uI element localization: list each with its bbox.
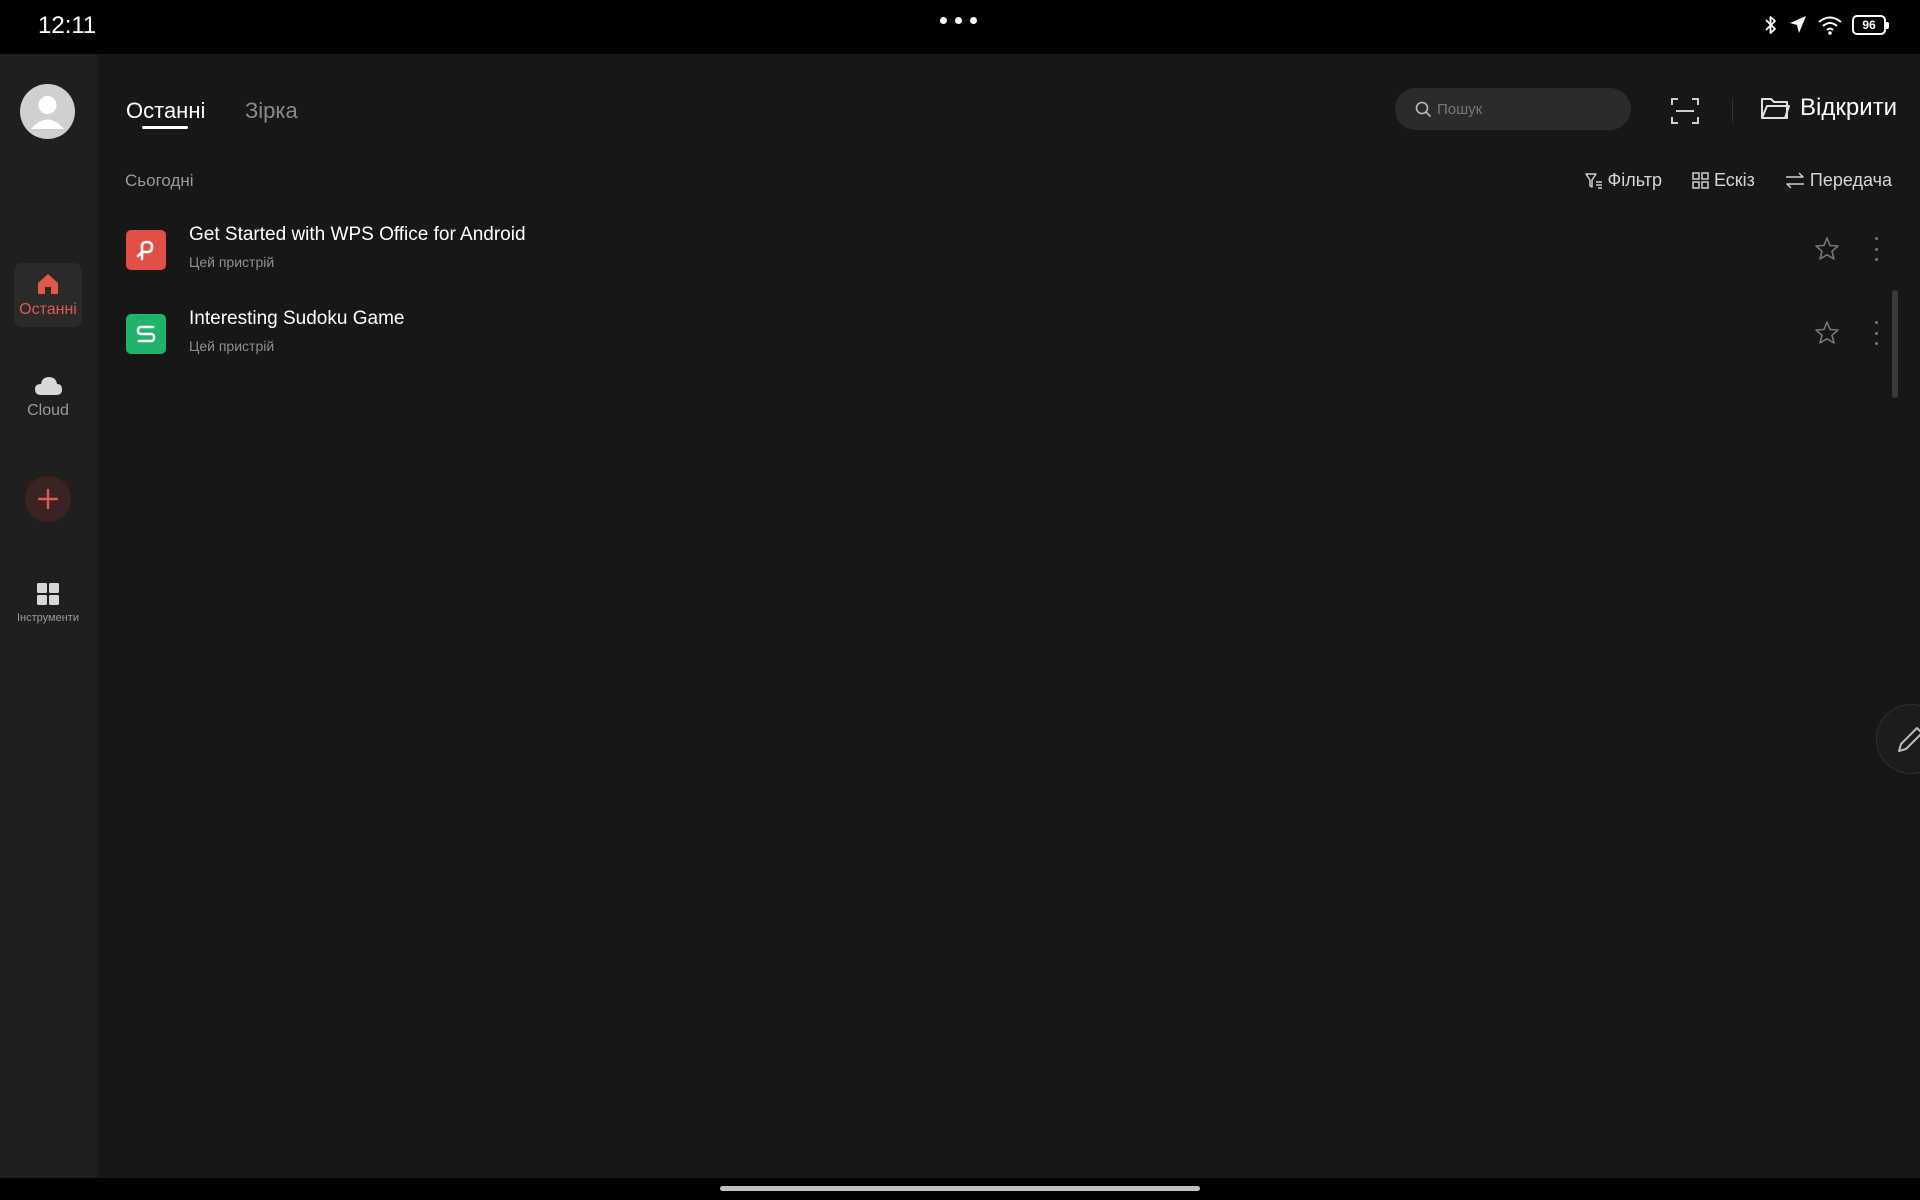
- status-icons: 96: [1763, 14, 1889, 36]
- scrollbar[interactable]: [1892, 290, 1898, 398]
- star-button[interactable]: [1813, 319, 1841, 347]
- star-icon: [1815, 321, 1839, 344]
- sidebar-item-cloud[interactable]: Cloud: [14, 366, 82, 430]
- plus-icon: [37, 488, 59, 510]
- sidebar: Останні Cloud Інструменти: [0, 54, 98, 1178]
- file-location: Цей пристрій: [189, 254, 275, 270]
- more-dot: [1874, 321, 1878, 324]
- presentation-file-icon: [126, 230, 166, 270]
- tab-starred[interactable]: Зірка: [245, 98, 298, 124]
- battery-icon: 96: [1852, 15, 1889, 35]
- sidebar-item-label: Cloud: [27, 402, 69, 419]
- thumbnail-grid-icon: [1692, 172, 1709, 189]
- more-dot: [1874, 342, 1878, 345]
- status-bar: 12:11 96: [0, 0, 1920, 54]
- list-actions: Фільтр Ескіз Передача: [1584, 170, 1892, 191]
- more-dot: [1874, 247, 1878, 251]
- section-title-today: Сьогодні: [125, 171, 194, 190]
- filter-label: Фільтр: [1607, 170, 1662, 190]
- filter-icon: [1584, 172, 1602, 189]
- pencil-icon: [1898, 727, 1920, 752]
- wps-presentation-icon: [136, 240, 154, 261]
- file-name: Interesting Sudoku Game: [189, 308, 405, 329]
- sidebar-item-tools[interactable]: Інструменти: [4, 576, 92, 648]
- sidebar-item-recent[interactable]: Останні: [14, 263, 82, 327]
- filter-button[interactable]: Фільтр: [1584, 170, 1662, 191]
- tab-recent[interactable]: Останні: [126, 98, 205, 124]
- more-options-button[interactable]: [1870, 237, 1882, 261]
- file-row[interactable]: Interesting Sudoku Game Цей пристрій: [100, 294, 1900, 374]
- status-time: 12:11: [38, 12, 97, 39]
- open-button[interactable]: Відкрити: [1760, 94, 1897, 122]
- multitask-dots[interactable]: [940, 17, 977, 24]
- file-location: Цей пристрій: [189, 338, 275, 354]
- toolbar-divider: [1732, 99, 1733, 123]
- open-button-label: Відкрити: [1800, 94, 1897, 121]
- tab-indicator: [142, 126, 188, 129]
- search-box[interactable]: [1395, 88, 1631, 130]
- file-name: Get Started with WPS Office for Android: [189, 224, 526, 245]
- sidebar-item-label: Останні: [19, 301, 77, 318]
- sidebar-item-label: Інструменти: [17, 612, 79, 624]
- more-dot: [1874, 331, 1878, 335]
- bluetooth-icon: [1765, 16, 1776, 34]
- app-window: Останні Cloud Інструменти Останні Зірка …: [0, 54, 1920, 1178]
- star-button[interactable]: [1813, 235, 1841, 263]
- thumbnail-label: Ескіз: [1713, 170, 1755, 190]
- file-row[interactable]: Get Started with WPS Office for Android …: [100, 210, 1900, 290]
- location-icon: [1790, 16, 1806, 33]
- scan-icon: [1671, 98, 1699, 124]
- star-icon: [1815, 237, 1839, 260]
- transfer-label: Передача: [1809, 170, 1892, 190]
- cloud-icon: [35, 377, 62, 395]
- more-options-button[interactable]: [1870, 321, 1882, 345]
- folder-icon: [1761, 98, 1790, 119]
- home-icon: [38, 274, 58, 294]
- scan-button[interactable]: [1670, 96, 1700, 126]
- search-input[interactable]: [1437, 100, 1617, 118]
- transfer-icon: [1785, 171, 1804, 189]
- edit-floating-button[interactable]: [1876, 704, 1920, 774]
- transfer-button[interactable]: Передача: [1785, 170, 1892, 191]
- screen: 12:11 96 Останні Cloud Інструменти Остан…: [0, 0, 1920, 1200]
- thumbnail-view-button[interactable]: Ескіз: [1692, 170, 1755, 191]
- more-dot: [1874, 258, 1878, 261]
- home-indicator[interactable]: [720, 1186, 1200, 1191]
- navigation-bar: [0, 1178, 1920, 1200]
- avatar[interactable]: [20, 84, 75, 139]
- create-new-button[interactable]: [25, 476, 71, 522]
- grid-icon: [37, 583, 59, 605]
- spreadsheet-file-icon: [126, 314, 166, 354]
- more-dot: [1874, 237, 1878, 240]
- wps-spreadsheet-icon: [136, 325, 156, 343]
- wifi-icon: [1818, 16, 1842, 35]
- user-icon: [31, 96, 64, 129]
- search-icon: [1415, 101, 1431, 117]
